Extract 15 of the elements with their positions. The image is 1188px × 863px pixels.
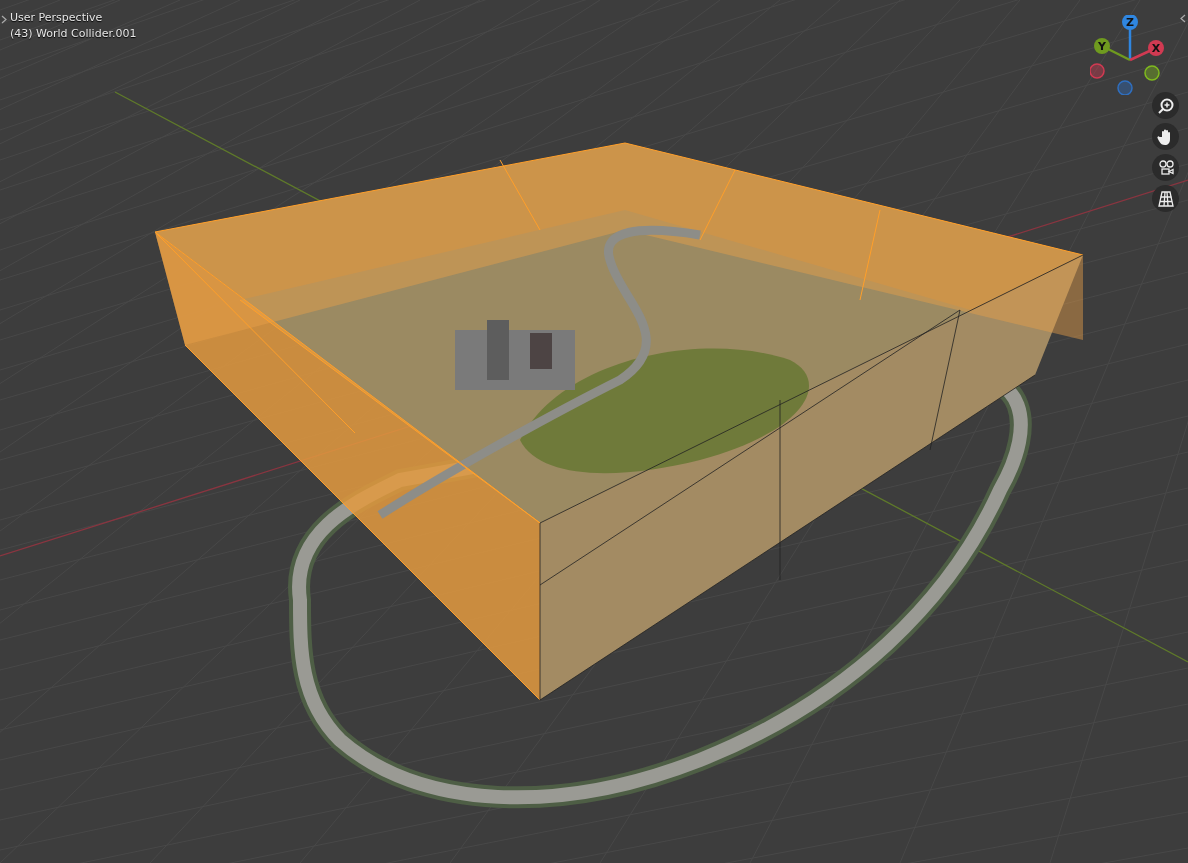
camera-button[interactable] <box>1152 154 1179 181</box>
grid-icon <box>1156 189 1175 208</box>
axis-handle[interactable] <box>1117 80 1133 95</box>
axis-handle[interactable]: Z <box>1122 15 1138 60</box>
view-name: User Perspective <box>10 11 104 24</box>
object-label: (43) World Collider.001 <box>10 27 137 40</box>
axis-handle[interactable]: Y <box>1094 38 1131 62</box>
zoom-in-icon <box>1156 96 1175 115</box>
axis-handle[interactable]: X <box>1129 40 1164 62</box>
axis-handle[interactable] <box>1144 65 1160 81</box>
zoom-button[interactable] <box>1152 92 1179 119</box>
axis-handle[interactable] <box>1090 63 1105 79</box>
camera-icon <box>1156 158 1175 177</box>
pan-button[interactable] <box>1152 123 1179 150</box>
ortho-button[interactable] <box>1152 185 1179 212</box>
